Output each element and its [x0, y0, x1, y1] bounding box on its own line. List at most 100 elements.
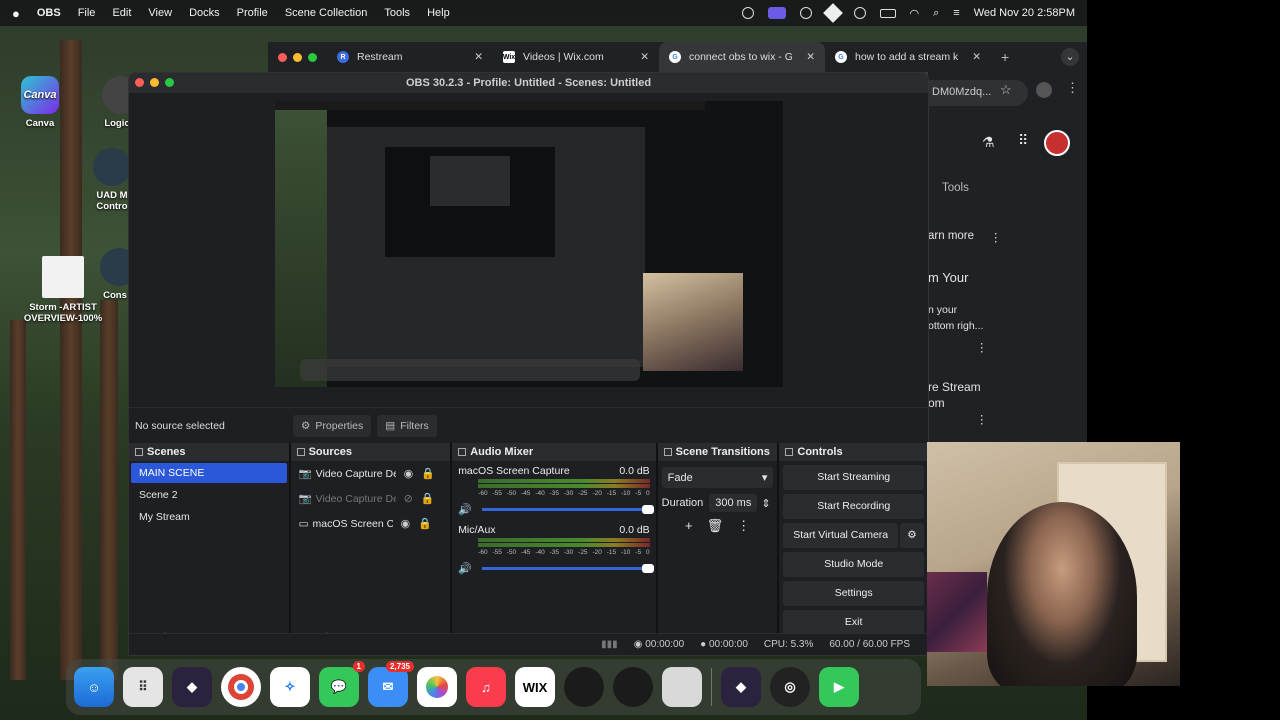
- exit-button[interactable]: Exit: [783, 610, 924, 635]
- tab-google-stream-key[interactable]: G how to add a stream key to ✕: [825, 42, 991, 72]
- photos-icon[interactable]: [417, 667, 457, 707]
- safari-icon[interactable]: ✧: [270, 667, 310, 707]
- more-menu-icon[interactable]: ⋮: [976, 412, 988, 426]
- tools-link[interactable]: Tools: [942, 182, 969, 194]
- screen-record-icon[interactable]: [767, 7, 786, 19]
- scene-item[interactable]: My Stream: [131, 507, 287, 527]
- menu-edit[interactable]: Edit: [112, 7, 131, 19]
- start-virtual-camera-button[interactable]: Start Virtual Camera: [783, 523, 898, 548]
- close-icon[interactable]: [135, 78, 144, 87]
- preview-canvas[interactable]: [275, 101, 783, 387]
- facetime-icon[interactable]: ▶: [819, 667, 859, 707]
- minimize-icon[interactable]: [150, 78, 159, 87]
- apps-grid-icon[interactable]: ⠿: [1018, 132, 1028, 149]
- address-bar[interactable]: DM0Mzdq...: [928, 80, 1028, 106]
- labs-icon[interactable]: ⚗: [982, 134, 995, 151]
- uad-icon[interactable]: [564, 667, 604, 707]
- menu-profile[interactable]: Profile: [237, 7, 268, 19]
- lock-icon[interactable]: 🔒: [421, 467, 435, 480]
- desktop-icon-uad[interactable]: UAD M Contro: [92, 148, 132, 212]
- control-center-icon[interactable]: ≡: [953, 7, 959, 19]
- eye-hidden-icon[interactable]: ⊘: [404, 492, 413, 505]
- result-title[interactable]: om: [928, 396, 945, 410]
- desktop-icon-console[interactable]: Cons: [100, 248, 130, 301]
- speaker-icon[interactable]: 🔊: [458, 503, 472, 516]
- result-title[interactable]: re Stream: [928, 380, 981, 394]
- result-title[interactable]: m Your: [928, 270, 968, 285]
- apple-menu-icon[interactable]: ●: [12, 6, 20, 21]
- avatar[interactable]: [1044, 130, 1070, 156]
- settings-button[interactable]: Settings: [783, 581, 924, 606]
- app-menu[interactable]: OBS: [37, 7, 61, 19]
- close-icon[interactable]: ✕: [972, 51, 981, 63]
- tab-google-connect-obs[interactable]: G connect obs to wix - Googl ✕: [659, 42, 825, 72]
- fader-track[interactable]: [481, 505, 654, 514]
- tab-restream[interactable]: R Restream ✕: [327, 42, 493, 72]
- launchpad-icon[interactable]: ⠿: [123, 667, 163, 707]
- start-recording-button[interactable]: Start Recording: [783, 494, 924, 519]
- close-icon[interactable]: ✕: [640, 51, 649, 63]
- source-item[interactable]: 📷 Video Capture Devi ◉ 🔒: [291, 461, 451, 486]
- minimize-icon[interactable]: [293, 52, 302, 62]
- status-icon[interactable]: [741, 7, 754, 19]
- wifi-icon[interactable]: ◠: [910, 7, 920, 20]
- iphone-mirroring-icon[interactable]: [662, 667, 702, 707]
- eye-icon[interactable]: ◉: [404, 467, 414, 480]
- mail-icon[interactable]: ✉ 2,735: [368, 661, 414, 707]
- filters-button[interactable]: ▤ Filters: [377, 414, 437, 437]
- fader-knob[interactable]: [641, 505, 654, 514]
- scene-item[interactable]: MAIN SCENE: [131, 463, 287, 483]
- music-icon[interactable]: ♫: [466, 667, 506, 707]
- menu-scene-collection[interactable]: Scene Collection: [285, 7, 368, 19]
- lock-icon[interactable]: 🔒: [421, 492, 435, 505]
- scene-item[interactable]: Scene 2: [131, 485, 287, 505]
- tab-wix[interactable]: Wix Videos | Wix.com ✕: [493, 42, 659, 72]
- status-icon[interactable]: [822, 3, 843, 23]
- properties-button[interactable]: ⚙ Properties: [293, 414, 372, 437]
- stepper-icon[interactable]: ⇕: [761, 497, 770, 510]
- extension-icon[interactable]: [1036, 82, 1052, 98]
- eye-icon[interactable]: ◉: [401, 517, 411, 530]
- menu-tools[interactable]: Tools: [384, 7, 410, 19]
- menu-view[interactable]: View: [148, 7, 172, 19]
- clock[interactable]: Wed Nov 20 2:58PM: [974, 7, 1075, 19]
- studio-mode-button[interactable]: Studio Mode: [783, 552, 924, 577]
- lock-icon[interactable]: 🔒: [418, 517, 432, 530]
- trash-icon[interactable]: 🗑: [707, 518, 724, 534]
- source-item[interactable]: ▭ macOS Screen Cap ◉ 🔒: [291, 511, 451, 536]
- volume-fader[interactable]: 🔊: [458, 562, 654, 575]
- fader-track[interactable]: [481, 564, 654, 573]
- new-tab-icon[interactable]: +: [1001, 49, 1009, 65]
- more-menu-icon[interactable]: ⋮: [1066, 80, 1079, 96]
- play-icon[interactable]: [853, 7, 866, 19]
- maximize-icon[interactable]: [165, 78, 174, 87]
- menu-file[interactable]: File: [78, 7, 96, 19]
- volume-fader[interactable]: 🔊: [458, 503, 654, 516]
- star-icon[interactable]: ☆: [1000, 82, 1012, 98]
- close-icon[interactable]: ✕: [474, 51, 483, 63]
- duration-input[interactable]: 300 ms: [709, 494, 758, 512]
- fader-knob[interactable]: [641, 564, 654, 573]
- more-menu-icon[interactable]: ⋮: [976, 340, 988, 354]
- speaker-icon[interactable]: 🔊: [458, 562, 472, 575]
- close-icon[interactable]: [278, 52, 287, 62]
- source-item[interactable]: 📷 Video Capture Devi ⊘ 🔒: [291, 486, 451, 511]
- start-streaming-button[interactable]: Start Streaming: [783, 465, 924, 490]
- battery-icon[interactable]: [879, 8, 896, 18]
- transition-select[interactable]: Fade ▾: [661, 467, 774, 488]
- tab-search-icon[interactable]: ⌄: [1061, 48, 1079, 66]
- desktop-icon-canva[interactable]: Canva Canva: [14, 76, 66, 129]
- menu-help[interactable]: Help: [427, 7, 450, 19]
- learn-more-link[interactable]: arn more: [928, 230, 974, 242]
- add-icon[interactable]: +: [685, 518, 693, 534]
- close-icon[interactable]: ✕: [806, 51, 815, 63]
- more-menu-icon[interactable]: ⋮: [990, 230, 1002, 244]
- more-menu-icon[interactable]: ⋮: [737, 518, 750, 534]
- shortcuts-icon[interactable]: ◆: [721, 667, 761, 707]
- wix-icon[interactable]: WIX: [515, 667, 555, 707]
- obs-icon[interactable]: ◎: [770, 667, 810, 707]
- search-icon[interactable]: ⌕: [933, 7, 939, 20]
- status-icon[interactable]: [799, 7, 812, 19]
- shortcuts-icon[interactable]: ◆: [172, 667, 212, 707]
- messages-icon[interactable]: 💬 1: [319, 661, 365, 707]
